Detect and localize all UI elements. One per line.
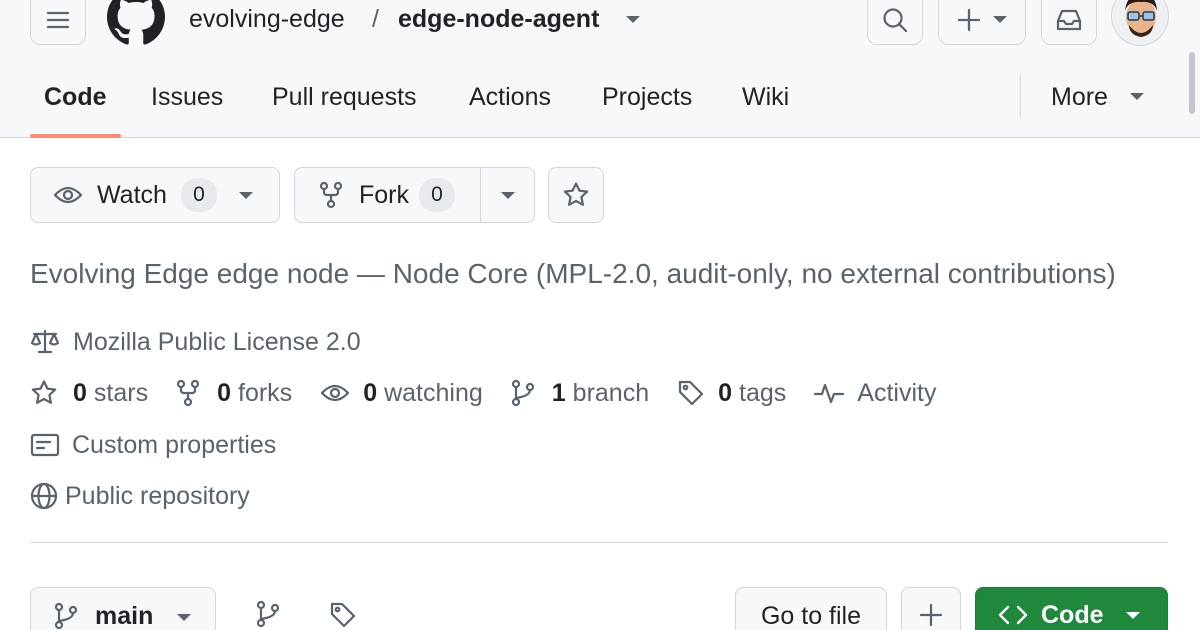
tabs-divider bbox=[1020, 74, 1021, 118]
watch-button[interactable]: Watch 0 bbox=[30, 167, 280, 223]
star-icon bbox=[563, 182, 589, 206]
branch-selector[interactable]: main bbox=[30, 587, 216, 630]
watch-label: Watch bbox=[97, 180, 167, 209]
branch-name: main bbox=[95, 601, 154, 630]
breadcrumb-repo[interactable]: edge-node-agent bbox=[398, 3, 599, 35]
tags-count: 0 bbox=[718, 378, 733, 407]
watch-count: 0 bbox=[180, 178, 217, 212]
law-icon bbox=[30, 329, 60, 354]
breadcrumb-owner[interactable]: evolving-edge bbox=[189, 3, 345, 35]
eye-icon bbox=[321, 384, 350, 402]
fork-icon bbox=[176, 379, 200, 407]
chevron-down-icon bbox=[500, 191, 515, 199]
tab-issues[interactable]: Issues bbox=[151, 80, 223, 114]
github-logo-icon[interactable] bbox=[107, 0, 165, 46]
search-button[interactable] bbox=[867, 0, 923, 45]
branch-count: 1 bbox=[551, 378, 566, 407]
tab-projects[interactable]: Projects bbox=[602, 80, 692, 114]
code-button-label: Code bbox=[1041, 600, 1104, 629]
search-icon bbox=[883, 7, 908, 32]
activity-label: Activity bbox=[857, 378, 937, 407]
scrollbar[interactable] bbox=[1189, 52, 1195, 114]
globe-icon bbox=[30, 482, 58, 510]
tab-code-underline bbox=[30, 134, 121, 138]
branches-icon[interactable] bbox=[256, 600, 280, 628]
create-new-button[interactable] bbox=[938, 0, 1026, 45]
add-file-button[interactable] bbox=[901, 587, 961, 630]
activity-link[interactable]: Activity bbox=[814, 379, 936, 408]
breadcrumb-separator: / bbox=[372, 5, 379, 33]
go-to-file-label: Go to file bbox=[760, 601, 862, 630]
branch-chevron-icon bbox=[177, 613, 192, 621]
tab-code[interactable]: Code bbox=[44, 80, 107, 114]
plus-icon bbox=[957, 8, 981, 31]
watch-chevron-icon bbox=[238, 191, 253, 199]
fork-count: 0 bbox=[419, 178, 455, 212]
visibility-row: Public repository bbox=[30, 479, 250, 513]
custom-properties-row[interactable]: Custom properties bbox=[30, 428, 276, 462]
repo-description: Evolving Edge edge node — Node Core (MPL… bbox=[30, 258, 1116, 289]
visibility-label: Public repository bbox=[65, 481, 250, 510]
stats-row: 0 stars 0 forks 0 watching 1 branch 0 ta… bbox=[30, 376, 936, 410]
branches-link[interactable]: 1 branch bbox=[511, 379, 649, 408]
star-button[interactable] bbox=[548, 167, 604, 223]
hamburger-icon bbox=[46, 11, 70, 28]
fork-label: Fork bbox=[359, 180, 409, 209]
inbox-button[interactable] bbox=[1041, 0, 1097, 45]
pulse-icon bbox=[814, 383, 845, 404]
eye-icon bbox=[53, 186, 83, 204]
code-brackets-icon bbox=[998, 605, 1028, 625]
fork-button[interactable]: Fork 0 bbox=[294, 167, 481, 223]
star-icon bbox=[31, 380, 57, 404]
license-row[interactable]: Mozilla Public License 2.0 bbox=[30, 325, 361, 359]
forks-link[interactable]: 0 forks bbox=[176, 379, 292, 408]
section-divider bbox=[30, 542, 1168, 543]
stars-link[interactable]: 0 stars bbox=[30, 379, 148, 408]
tab-actions[interactable]: Actions bbox=[469, 80, 551, 114]
branch-icon bbox=[511, 379, 534, 407]
tag-icon bbox=[679, 380, 704, 406]
tags-label: tags bbox=[739, 378, 787, 407]
watching-link[interactable]: 0 watching bbox=[320, 379, 483, 408]
tab-pull-requests[interactable]: Pull requests bbox=[272, 80, 417, 114]
repo-switcher-chevron-icon[interactable] bbox=[626, 16, 640, 23]
note-icon bbox=[30, 433, 60, 457]
tags-icon[interactable] bbox=[329, 601, 357, 629]
forks-label: forks bbox=[238, 378, 293, 407]
chevron-down-icon bbox=[993, 16, 1007, 23]
custom-properties-label[interactable]: Custom properties bbox=[72, 431, 276, 460]
license-label[interactable]: Mozilla Public License 2.0 bbox=[73, 328, 361, 357]
code-chevron-icon bbox=[1125, 611, 1140, 619]
tab-more[interactable]: More bbox=[1051, 80, 1108, 114]
fork-icon bbox=[319, 181, 343, 209]
fork-dropdown-button[interactable] bbox=[480, 167, 535, 223]
repo-header: evolving-edge / edge-node-agent Code Iss… bbox=[0, 0, 1200, 138]
watching-label: watching bbox=[384, 378, 483, 407]
tags-link[interactable]: 0 tags bbox=[677, 379, 786, 408]
stars-count: 0 bbox=[73, 378, 87, 407]
inbox-icon bbox=[1056, 9, 1082, 30]
stars-label: stars bbox=[93, 378, 149, 407]
code-button[interactable]: Code bbox=[975, 587, 1168, 630]
more-chevron-icon[interactable] bbox=[1130, 93, 1144, 100]
go-to-file-button[interactable]: Go to file bbox=[735, 587, 887, 630]
menu-button[interactable] bbox=[30, 0, 86, 45]
tab-wiki[interactable]: Wiki bbox=[742, 80, 789, 114]
branch-label: branch bbox=[572, 378, 650, 407]
watching-count: 0 bbox=[363, 378, 378, 407]
plus-icon bbox=[919, 603, 943, 627]
forks-count: 0 bbox=[217, 378, 231, 407]
branch-icon bbox=[54, 602, 78, 630]
avatar[interactable] bbox=[1111, 0, 1169, 46]
